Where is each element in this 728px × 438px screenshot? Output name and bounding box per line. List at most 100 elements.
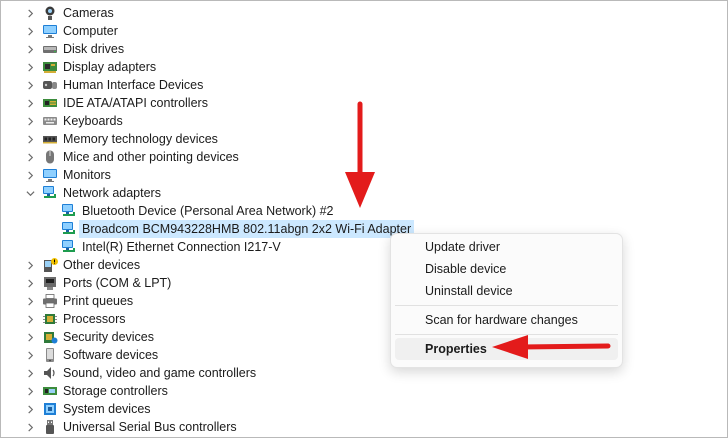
chevron-right-icon[interactable] [24,4,36,22]
tree-category-mice-and-other-pointing-devices[interactable]: Mice and other pointing devices [27,148,239,166]
chevron-right-icon[interactable] [24,364,36,382]
device-intel-r-ethernet-connection-i217-v[interactable]: Intel(R) Ethernet Connection I217-V [61,238,281,256]
tree-item-label: Mice and other pointing devices [63,150,239,164]
chevron-right-icon[interactable] [24,310,36,328]
chevron-right-icon[interactable] [24,328,36,346]
tree-category-security-devices[interactable]: Security devices [27,328,155,346]
network-adapter-icon [42,185,58,201]
speaker-icon [42,365,58,381]
tree-item-label: Print queues [63,294,134,308]
chevron-right-icon[interactable] [24,346,36,364]
chevron-right-icon[interactable] [24,58,36,76]
tree-category-universal-serial-bus-controllers[interactable]: Universal Serial Bus controllers [27,418,237,436]
tree-category-sound-video-and-game-controllers[interactable]: Sound, video and game controllers [27,364,257,382]
chevron-right-icon[interactable] [24,76,36,94]
tree-item-label: Universal Serial Bus controllers [63,420,237,434]
device-broadcom-bcm943228hmb-802-11abgn-2x2-wi-fi-adapter[interactable]: Broadcom BCM943228HMB 802.11abgn 2x2 Wi-… [61,220,415,238]
device-bluetooth-device-personal-area-network-2[interactable]: Bluetooth Device (Personal Area Network)… [61,202,334,220]
tree-category-processors[interactable]: Processors [27,310,126,328]
tree-item-label: Human Interface Devices [63,78,204,92]
tree-item-label: Software devices [63,348,159,362]
storage-controller-icon [42,383,58,399]
tree-item-label: Other devices [63,258,141,272]
menu-separator [395,305,618,306]
printer-icon [42,293,58,309]
chevron-right-icon[interactable] [24,256,36,274]
device-label: Intel(R) Ethernet Connection I217-V [82,240,281,254]
device-label: Bluetooth Device (Personal Area Network)… [82,204,334,218]
menu-item-label: Disable device [425,262,507,276]
left-arrow-annotation [492,335,611,359]
chevron-right-icon[interactable] [24,148,36,166]
security-device-icon [42,329,58,345]
tree-category-software-devices[interactable]: Software devices [27,346,159,364]
chevron-right-icon[interactable] [24,94,36,112]
tree-item-label: Memory technology devices [63,132,218,146]
software-device-icon [42,347,58,363]
disk-drive-icon [42,41,58,57]
port-icon [42,275,58,291]
processor-icon [42,311,58,327]
tree-category-cameras[interactable]: Cameras [27,4,114,22]
network-adapter-icon [61,239,77,255]
tree-category-display-adapters[interactable]: Display adapters [27,58,157,76]
chevron-right-icon[interactable] [24,382,36,400]
other-device-icon [42,257,58,273]
tree-item-label: Cameras [63,6,114,20]
chevron-right-icon[interactable] [24,400,36,418]
tree-item-label: Storage controllers [63,384,168,398]
tree-item-label: Computer [63,24,118,38]
tree-category-human-interface-devices[interactable]: Human Interface Devices [27,76,204,94]
tree-item-label: Monitors [63,168,111,182]
mouse-icon [42,149,58,165]
memory-icon [42,131,58,147]
chevron-right-icon[interactable] [24,130,36,148]
chevron-right-icon[interactable] [24,292,36,310]
chevron-right-icon[interactable] [24,166,36,184]
tree-category-ports-com-lpt[interactable]: Ports (COM & LPT) [27,274,171,292]
tree-item-label: Sound, video and game controllers [63,366,257,380]
device-label: Broadcom BCM943228HMB 802.11abgn 2x2 Wi-… [79,220,415,238]
tree-category-computer[interactable]: Computer [27,22,118,40]
tree-category-memory-technology-devices[interactable]: Memory technology devices [27,130,218,148]
menu-item-scan-for-hardware-changes[interactable]: Scan for hardware changes [395,309,618,331]
down-arrow-annotation [345,101,375,208]
network-adapter-icon [61,221,77,237]
chevron-down-icon[interactable] [24,184,36,202]
tree-item-label: Disk drives [63,42,125,56]
chevron-right-icon[interactable] [24,274,36,292]
usb-icon [42,419,58,435]
tree-item-label: IDE ATA/ATAPI controllers [63,96,208,110]
tree-category-system-devices[interactable]: System devices [27,400,151,418]
network-adapter-icon [61,203,77,219]
tree-category-other-devices[interactable]: Other devices [27,256,141,274]
chevron-right-icon[interactable] [24,112,36,130]
chevron-right-icon[interactable] [24,418,36,436]
tree-category-print-queues[interactable]: Print queues [27,292,134,310]
menu-item-uninstall-device[interactable]: Uninstall device [395,280,618,302]
chevron-right-icon[interactable] [24,40,36,58]
tree-category-keyboards[interactable]: Keyboards [27,112,123,130]
camera-icon [42,5,58,21]
hid-icon [42,77,58,93]
tree-item-label: Network adapters [63,186,161,200]
system-device-icon [42,401,58,417]
tree-category-network-adapters[interactable]: Network adapters [25,184,161,202]
tree-item-label: Display adapters [63,60,157,74]
tree-category-disk-drives[interactable]: Disk drives [27,40,125,58]
tree-item-label: Security devices [63,330,155,344]
menu-item-disable-device[interactable]: Disable device [395,258,618,280]
monitor-icon [42,167,58,183]
tree-category-monitors[interactable]: Monitors [27,166,111,184]
tree-item-label: Keyboards [63,114,123,128]
menu-item-label: Scan for hardware changes [425,313,578,327]
tree-category-storage-controllers[interactable]: Storage controllers [27,382,168,400]
display-adapter-icon [42,59,58,75]
tree-category-ide-ata-atapi-controllers[interactable]: IDE ATA/ATAPI controllers [27,94,208,112]
tree-item-label: Processors [63,312,126,326]
monitor-icon [42,23,58,39]
chevron-right-icon[interactable] [24,22,36,40]
menu-item-label: Properties [425,342,487,356]
menu-item-label: Update driver [425,240,501,254]
menu-item-update-driver[interactable]: Update driver [395,236,618,258]
